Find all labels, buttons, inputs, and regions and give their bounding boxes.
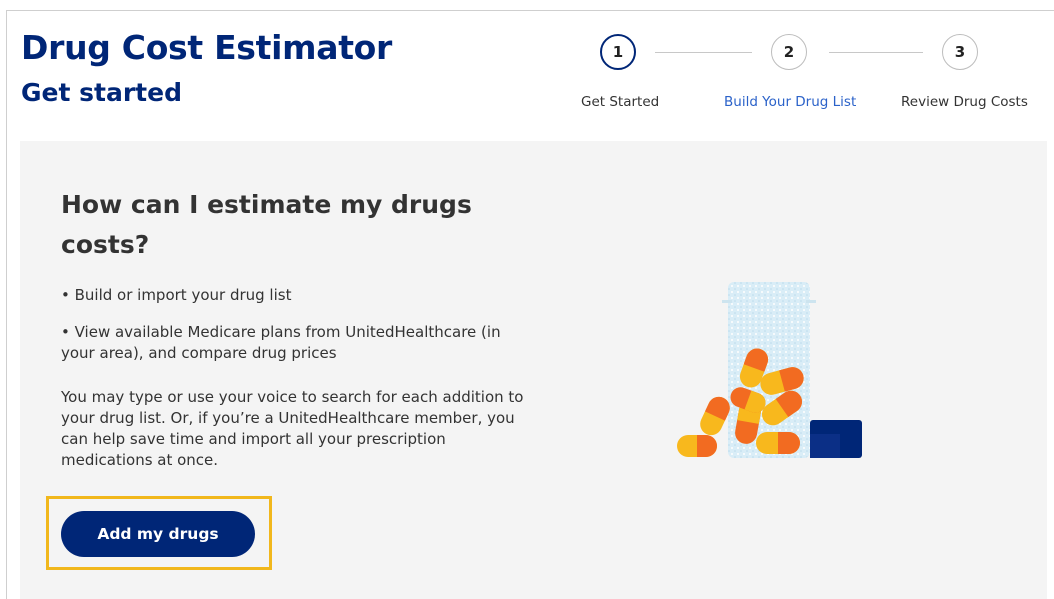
step-connector-1: [655, 52, 752, 53]
pill-bottle-illustration: [677, 282, 862, 458]
page-title: Drug Cost Estimator: [21, 28, 393, 67]
step-2-circle[interactable]: 2: [771, 34, 807, 70]
panel-heading: How can I estimate my drugs costs?: [61, 190, 472, 259]
bullet-item: • View available Medicare plans from Uni…: [61, 323, 501, 362]
step-3-circle: 3: [942, 34, 978, 70]
page-subtitle: Get started: [21, 78, 182, 107]
step-1-label: Get Started: [581, 94, 660, 110]
step-3-label: Review Drug Costs: [901, 94, 1028, 110]
instructions-paragraph: You may type or use your voice to search…: [61, 388, 524, 469]
step-connector-2: [829, 52, 923, 53]
add-my-drugs-button[interactable]: Add my drugs: [61, 511, 255, 557]
bullet-item: • Build or import your drug list: [61, 286, 292, 304]
step-2-link[interactable]: Build Your Drug List: [724, 94, 856, 110]
step-1-circle: 1: [600, 34, 636, 70]
